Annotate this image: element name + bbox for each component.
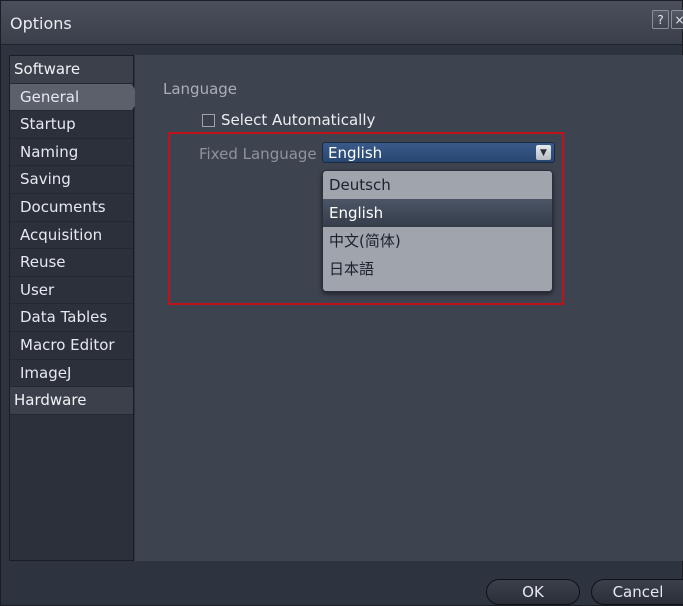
sidebar-item-imagej[interactable]: ImageJ bbox=[10, 360, 133, 388]
select-automatically-label[interactable]: Select Automatically bbox=[221, 111, 375, 129]
language-option-english[interactable]: English bbox=[323, 199, 552, 227]
sidebar-item-naming[interactable]: Naming bbox=[10, 139, 133, 167]
sidebar-item-reuse[interactable]: Reuse bbox=[10, 249, 133, 277]
select-automatically-checkbox[interactable] bbox=[202, 113, 215, 127]
language-dropdown-list: Deutsch English 中文(简体) 日本語 bbox=[322, 170, 553, 292]
fixed-language-value: English bbox=[328, 144, 383, 162]
sidebar-item-user[interactable]: User bbox=[10, 277, 133, 305]
language-option-japanese[interactable]: 日本語 bbox=[323, 255, 552, 283]
language-section-title: Language bbox=[163, 80, 238, 98]
language-option-chinese[interactable]: 中文(简体) bbox=[323, 227, 552, 255]
close-button[interactable]: × bbox=[671, 10, 683, 29]
ok-button[interactable]: OK bbox=[486, 579, 580, 605]
settings-panel bbox=[135, 55, 683, 561]
cancel-button[interactable]: Cancel bbox=[591, 579, 683, 605]
options-dialog: Options ? × Software General Startup Nam… bbox=[0, 0, 683, 606]
sidebar-item-general[interactable]: General bbox=[10, 84, 141, 112]
sidebar-category-software[interactable]: Software bbox=[10, 56, 133, 84]
chevron-down-icon[interactable]: ▼ bbox=[536, 145, 551, 160]
fixed-language-select[interactable]: English ▼ bbox=[322, 142, 555, 163]
sidebar-item-startup[interactable]: Startup bbox=[10, 111, 133, 139]
dialog-footer bbox=[1, 561, 682, 605]
sidebar-category-hardware[interactable]: Hardware bbox=[10, 387, 133, 415]
sidebar-item-macro-editor[interactable]: Macro Editor bbox=[10, 332, 133, 360]
select-automatically-row[interactable]: Select Automatically bbox=[202, 111, 375, 129]
sidebar-item-data-tables[interactable]: Data Tables bbox=[10, 304, 133, 332]
window-title: Options bbox=[10, 14, 72, 33]
title-bar: Options ? × bbox=[1, 1, 683, 45]
fixed-language-label: Fixed Language bbox=[199, 145, 317, 163]
help-button[interactable]: ? bbox=[652, 10, 669, 29]
sidebar-item-saving[interactable]: Saving bbox=[10, 166, 133, 194]
language-option-deutsch[interactable]: Deutsch bbox=[323, 171, 552, 199]
sidebar-item-documents[interactable]: Documents bbox=[10, 194, 133, 222]
options-sidebar: Software General Startup Naming Saving D… bbox=[9, 55, 134, 561]
sidebar-item-acquisition[interactable]: Acquisition bbox=[10, 222, 133, 250]
title-bar-buttons: ? × bbox=[652, 10, 683, 31]
